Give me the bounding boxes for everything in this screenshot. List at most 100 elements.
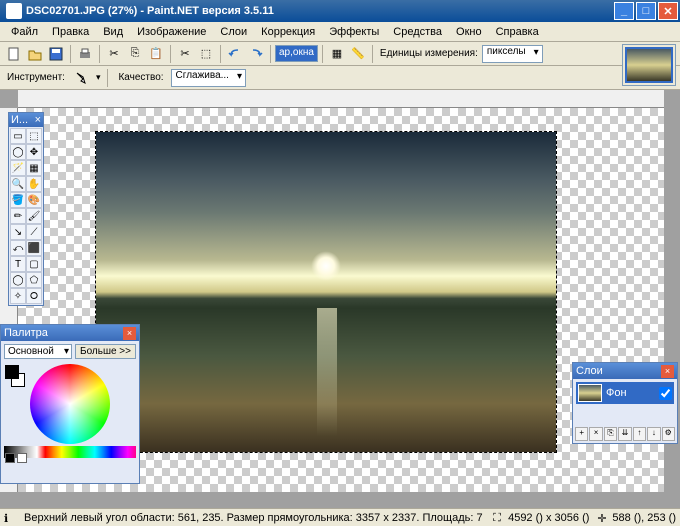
tool-label: Инструмент: bbox=[4, 72, 68, 83]
menu-файл[interactable]: Файл bbox=[4, 24, 45, 40]
sun-highlight bbox=[311, 251, 341, 281]
tool-7[interactable]: ✋ bbox=[26, 176, 42, 192]
units-label: Единицы измерения: bbox=[377, 48, 481, 59]
black-swatch[interactable] bbox=[5, 453, 15, 463]
menu-изображение[interactable]: Изображение bbox=[130, 24, 213, 40]
quality-label: Качество: bbox=[115, 72, 166, 83]
copy-button[interactable]: ⎘ bbox=[125, 44, 145, 64]
duplicate-layer-button[interactable]: ⎘ bbox=[604, 427, 617, 441]
units-select[interactable]: пикселы bbox=[482, 45, 543, 63]
menu-коррекция[interactable]: Коррекция bbox=[254, 24, 322, 40]
more-button[interactable]: Больше >> bbox=[75, 344, 136, 359]
menu-средства[interactable]: Средства bbox=[386, 24, 449, 40]
paste-button[interactable]: 📋 bbox=[146, 44, 166, 64]
menu-справка[interactable]: Справка bbox=[489, 24, 546, 40]
menubar: ФайлПравкаВидИзображениеСлоиКоррекцияЭфф… bbox=[0, 22, 680, 42]
tool-options-bar: Инструмент: ▾ Качество: Сглажива... bbox=[0, 66, 680, 90]
layer-props-button[interactable]: ⚙ bbox=[662, 427, 675, 441]
tool-16[interactable]: T bbox=[10, 256, 26, 272]
save-button[interactable] bbox=[46, 44, 66, 64]
dimensions-icon: ⛶ bbox=[493, 512, 505, 524]
layers-panel[interactable]: Слои × Фон + × ⎘ ⇊ ↑ ↓ ⚙ bbox=[572, 362, 678, 444]
close-icon[interactable]: × bbox=[661, 365, 674, 378]
status-dimensions: 4592 () x 3056 () bbox=[508, 512, 589, 524]
document-thumbnail[interactable] bbox=[625, 47, 673, 83]
white-swatch[interactable] bbox=[17, 453, 27, 463]
tool-20[interactable]: ✧ bbox=[10, 288, 26, 304]
cut-button[interactable]: ✂ bbox=[104, 44, 124, 64]
main-toolbar: ✂ ⎘ 📋 ✂ ⬚ ар,окна ▦ 📏 Единицы измерения:… bbox=[0, 42, 680, 66]
layer-visible-checkbox[interactable] bbox=[659, 387, 672, 400]
app-icon bbox=[6, 3, 22, 19]
close-button[interactable]: ✕ bbox=[658, 2, 678, 20]
document-thumbnail-tray bbox=[622, 44, 676, 86]
menu-вид[interactable]: Вид bbox=[96, 24, 130, 40]
fg-bg-swatches[interactable] bbox=[5, 365, 27, 381]
tool-21[interactable]: ⭘ bbox=[26, 288, 42, 304]
menu-правка[interactable]: Правка bbox=[45, 24, 96, 40]
status-cursor: 588 (), 253 () bbox=[612, 512, 676, 524]
window-titlebar: DSC02701.JPG (27%) - Paint.NET версия 3.… bbox=[0, 0, 680, 22]
layer-name: Фон bbox=[606, 387, 627, 399]
merge-layer-button[interactable]: ⇊ bbox=[618, 427, 631, 441]
grid-button[interactable]: ▦ bbox=[327, 44, 347, 64]
quality-select[interactable]: Сглажива... bbox=[171, 69, 246, 87]
menu-эффекты[interactable]: Эффекты bbox=[322, 24, 386, 40]
zoom-fit-select[interactable]: ар,окна bbox=[275, 45, 318, 62]
open-button[interactable] bbox=[25, 44, 45, 64]
color-wheel[interactable] bbox=[30, 364, 110, 444]
new-button[interactable] bbox=[4, 44, 24, 64]
canvas-image[interactable] bbox=[96, 132, 556, 452]
layer-thumbnail bbox=[578, 384, 602, 402]
tool-1[interactable]: ⬚ bbox=[26, 128, 42, 144]
status-text: Верхний левый угол области: 561, 235. Ра… bbox=[24, 512, 485, 524]
layer-down-button[interactable]: ↓ bbox=[647, 427, 660, 441]
tool-2[interactable]: ◯ bbox=[10, 144, 26, 160]
tool-14[interactable]: ⤺ bbox=[10, 240, 26, 256]
tool-15[interactable]: ⬛ bbox=[26, 240, 42, 256]
toolbox-title[interactable]: И...× bbox=[9, 113, 43, 127]
foreground-swatch[interactable] bbox=[5, 365, 19, 379]
maximize-button[interactable]: □ bbox=[636, 2, 656, 20]
undo-button[interactable] bbox=[225, 44, 245, 64]
tool-17[interactable]: ▢ bbox=[26, 256, 42, 272]
close-icon[interactable]: × bbox=[123, 327, 136, 340]
layers-title[interactable]: Слои × bbox=[573, 363, 677, 379]
delete-layer-button[interactable]: × bbox=[589, 427, 602, 441]
menu-окно[interactable]: Окно bbox=[449, 24, 489, 40]
color-mode-select[interactable]: Основной bbox=[4, 344, 72, 359]
layer-item[interactable]: Фон bbox=[576, 382, 674, 404]
tool-19[interactable]: ⬠ bbox=[26, 272, 42, 288]
tool-9[interactable]: 🎨 bbox=[26, 192, 42, 208]
ruler-horizontal bbox=[18, 90, 664, 108]
layer-up-button[interactable]: ↑ bbox=[633, 427, 646, 441]
ruler-button[interactable]: 📏 bbox=[348, 44, 368, 64]
deselect-button[interactable]: ⬚ bbox=[196, 44, 216, 64]
add-layer-button[interactable]: + bbox=[575, 427, 588, 441]
tool-13[interactable]: ⟋ bbox=[26, 224, 42, 240]
minimize-button[interactable]: _ bbox=[614, 2, 634, 20]
toolbox-panel[interactable]: И...× ▭⬚◯✥🪄▦🔍✋🪣🎨✏🖌↘⟋⤺⬛T▢◯⬠✧⭘ bbox=[8, 112, 44, 306]
tool-12[interactable]: ↘ bbox=[10, 224, 26, 240]
info-icon: ℹ bbox=[4, 512, 16, 524]
tool-18[interactable]: ◯ bbox=[10, 272, 26, 288]
tool-8[interactable]: 🪣 bbox=[10, 192, 26, 208]
crop-button[interactable]: ✂ bbox=[175, 44, 195, 64]
tool-4[interactable]: 🪄 bbox=[10, 160, 26, 176]
close-icon[interactable]: × bbox=[35, 114, 41, 126]
tool-11[interactable]: 🖌 bbox=[26, 208, 42, 224]
tool-6[interactable]: 🔍 bbox=[10, 176, 26, 192]
current-tool-icon[interactable] bbox=[72, 68, 92, 88]
print-button[interactable] bbox=[75, 44, 95, 64]
statusbar: ℹ Верхний левый угол области: 561, 235. … bbox=[0, 508, 680, 526]
tool-3[interactable]: ✥ bbox=[26, 144, 42, 160]
palette-panel[interactable]: Палитра × Основной Больше >> bbox=[0, 324, 140, 484]
menu-слои[interactable]: Слои bbox=[213, 24, 254, 40]
tool-5[interactable]: ▦ bbox=[26, 160, 42, 176]
tool-10[interactable]: ✏ bbox=[10, 208, 26, 224]
tool-0[interactable]: ▭ bbox=[10, 128, 26, 144]
cursor-icon: ✛ bbox=[597, 512, 609, 524]
redo-button[interactable] bbox=[246, 44, 266, 64]
reflection-highlight bbox=[317, 308, 337, 436]
palette-title[interactable]: Палитра × bbox=[1, 325, 139, 341]
